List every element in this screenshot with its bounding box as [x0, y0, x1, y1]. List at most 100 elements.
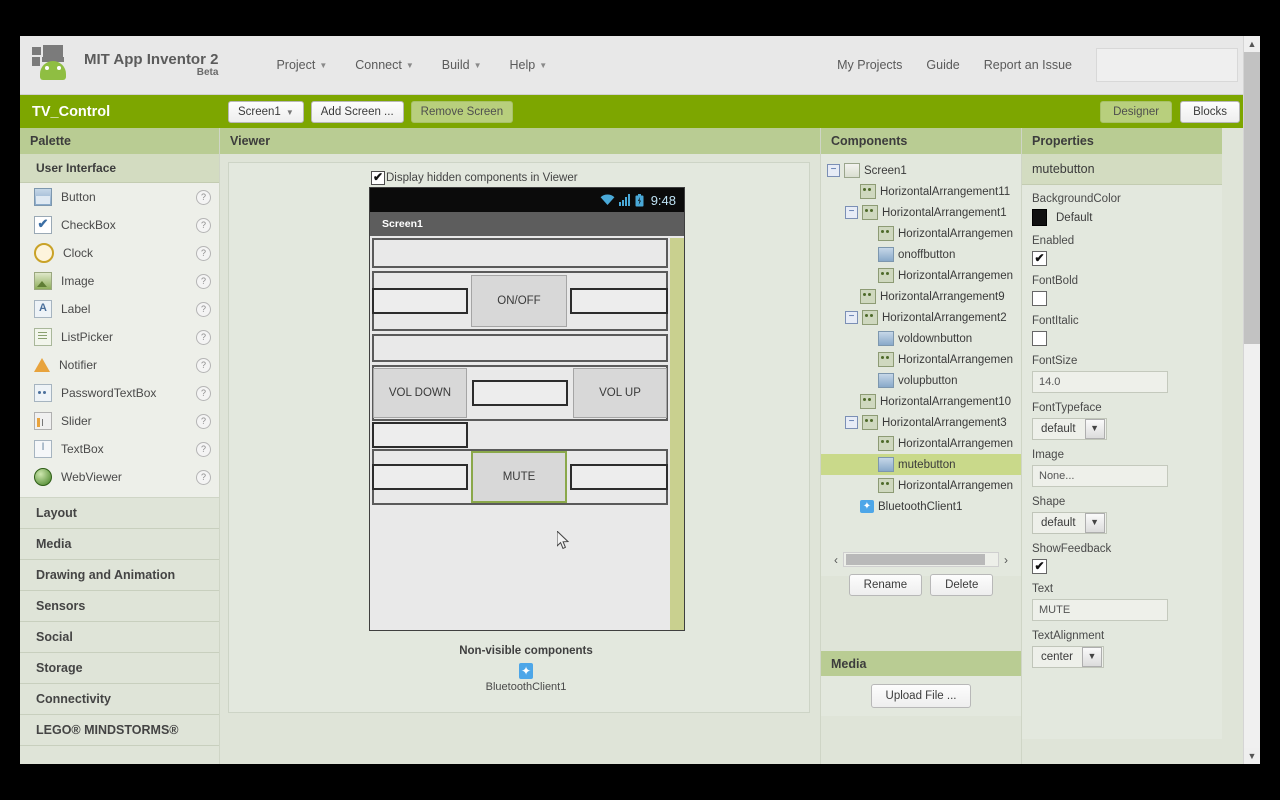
tree-node[interactable]: voldownbutton	[821, 328, 1021, 349]
property-text-input[interactable]: 14.0	[1032, 371, 1168, 393]
help-icon[interactable]: ?	[196, 245, 211, 261]
tab-designer[interactable]: Designer	[1100, 100, 1173, 123]
tree-node[interactable]: HorizontalArrangement9	[821, 286, 1021, 307]
help-icon[interactable]: ?	[196, 441, 211, 457]
remove-screen-button[interactable]: Remove Screen	[410, 100, 514, 123]
upload-file-button[interactable]: Upload File ...	[870, 684, 972, 708]
property-checkbox[interactable]	[1032, 291, 1047, 306]
arrangement-row-3[interactable]: MUTE	[372, 449, 668, 505]
scroll-right-icon[interactable]: ›	[999, 553, 1013, 567]
tree-node[interactable]: HorizontalArrangement10	[821, 391, 1021, 412]
palette-category-media[interactable]: Media	[20, 529, 219, 560]
page-scrollbar[interactable]: ▲ ▼	[1243, 36, 1260, 764]
tree-node[interactable]: ✦ BluetoothClient1	[821, 496, 1021, 517]
menu-project[interactable]: Project ▼	[262, 52, 341, 78]
palette-item-image[interactable]: Image?	[20, 267, 219, 295]
palette-category-drawing[interactable]: Drawing and Animation	[20, 560, 219, 591]
link-report-issue[interactable]: Report an Issue	[984, 58, 1072, 72]
non-visible-item-label[interactable]: BluetoothClient1	[369, 681, 683, 693]
help-icon[interactable]: ?	[196, 301, 211, 317]
chevron-down-icon[interactable]: ▼	[1084, 513, 1105, 533]
palette-item-slider[interactable]: Slider?	[20, 407, 219, 435]
arrangement-row-10[interactable]	[372, 422, 668, 448]
property-select[interactable]: default ▼	[1032, 418, 1107, 440]
help-icon[interactable]: ?	[196, 357, 211, 373]
hscroll-track[interactable]	[843, 552, 999, 567]
palette-category-sensors[interactable]: Sensors	[20, 591, 219, 622]
palette-item-clock[interactable]: Clock?	[20, 239, 219, 267]
chevron-down-icon[interactable]: ▼	[1084, 419, 1105, 439]
mute-button[interactable]: MUTE	[471, 451, 567, 503]
chevron-down-icon[interactable]: ▼	[1081, 647, 1102, 667]
property-checkbox[interactable]: ✔	[1032, 251, 1047, 266]
property-text-input[interactable]: MUTE	[1032, 599, 1168, 621]
scroll-down-icon[interactable]: ▼	[1244, 748, 1260, 764]
vol-up-button[interactable]: VOL UP	[573, 368, 667, 418]
palette-section-user-interface[interactable]: User Interface	[20, 154, 219, 183]
palette-category-lego[interactable]: LEGO® MINDSTORMS®	[20, 715, 219, 746]
tree-node[interactable]: HorizontalArrangement11	[821, 181, 1021, 202]
hscroll-thumb[interactable]	[846, 554, 985, 565]
arrangement-row-2[interactable]: VOL DOWN VOL UP	[372, 365, 668, 421]
property-checkbox[interactable]: ✔	[1032, 559, 1047, 574]
palette-item-passwordtextbox[interactable]: PasswordTextBox?	[20, 379, 219, 407]
scroll-left-icon[interactable]: ‹	[829, 553, 843, 567]
tree-node[interactable]: onoffbutton	[821, 244, 1021, 265]
palette-category-social[interactable]: Social	[20, 622, 219, 653]
palette-item-listpicker[interactable]: ListPicker?	[20, 323, 219, 351]
scroll-up-icon[interactable]: ▲	[1244, 36, 1260, 52]
link-my-projects[interactable]: My Projects	[837, 58, 902, 72]
add-screen-button[interactable]: Add Screen ...	[310, 100, 404, 123]
help-icon[interactable]: ?	[196, 413, 211, 429]
link-guide[interactable]: Guide	[926, 58, 959, 72]
tree-node[interactable]: − HorizontalArrangement2	[821, 307, 1021, 328]
menu-connect[interactable]: Connect ▼	[341, 52, 427, 78]
tree-node[interactable]: − Screen1	[821, 160, 1021, 181]
tree-expander-icon[interactable]: −	[827, 164, 840, 177]
property-color-row[interactable]: Default	[1032, 209, 1212, 226]
tree-node[interactable]: HorizontalArrangemen	[821, 223, 1021, 244]
tree-node[interactable]: HorizontalArrangemen	[821, 433, 1021, 454]
account-box[interactable]	[1096, 48, 1238, 82]
tree-node[interactable]: − HorizontalArrangement1	[821, 202, 1021, 223]
rename-button[interactable]: Rename	[848, 574, 923, 596]
help-icon[interactable]: ?	[196, 469, 211, 485]
arrangement-spacer-left[interactable]	[372, 464, 468, 490]
arrangement-spacer-middle[interactable]	[472, 380, 568, 406]
delete-button[interactable]: Delete	[930, 574, 994, 596]
tree-node[interactable]: − HorizontalArrangement3	[821, 412, 1021, 433]
property-select[interactable]: center ▼	[1032, 646, 1104, 668]
arrangement-spacer-right[interactable]	[570, 464, 668, 490]
palette-category-storage[interactable]: Storage	[20, 653, 219, 684]
palette-category-layout[interactable]: Layout	[20, 498, 219, 529]
property-checkbox[interactable]	[1032, 331, 1047, 346]
tree-node[interactable]: mutebutton	[821, 454, 1021, 475]
screen-select-button[interactable]: Screen1 ▼	[228, 100, 304, 123]
palette-item-label[interactable]: A Label?	[20, 295, 219, 323]
arrangement-row-11[interactable]	[372, 238, 668, 268]
component-tree-hscrollbar[interactable]: ‹ ›	[829, 552, 1013, 567]
onoff-button[interactable]: ON/OFF	[471, 275, 567, 327]
palette-category-connectivity[interactable]: Connectivity	[20, 684, 219, 715]
palette-item-button[interactable]: Button?	[20, 183, 219, 211]
arrangement-spacer-right[interactable]	[570, 288, 668, 314]
tree-expander-icon[interactable]: −	[845, 416, 858, 429]
property-text-input[interactable]: None...	[1032, 465, 1168, 487]
tree-node[interactable]: HorizontalArrangemen	[821, 349, 1021, 370]
palette-item-webviewer[interactable]: WebViewer?	[20, 463, 219, 491]
arrangement-row-9[interactable]	[372, 334, 668, 362]
help-icon[interactable]: ?	[196, 217, 211, 233]
vol-down-button[interactable]: VOL DOWN	[373, 368, 467, 418]
help-icon[interactable]: ?	[196, 329, 211, 345]
display-hidden-checkbox[interactable]: ✔	[371, 171, 385, 185]
tree-expander-icon[interactable]: −	[845, 206, 858, 219]
help-icon[interactable]: ?	[196, 273, 211, 289]
palette-item-notifier[interactable]: Notifier?	[20, 351, 219, 379]
palette-item-checkbox[interactable]: ✔ CheckBox?	[20, 211, 219, 239]
arrangement-spacer[interactable]	[372, 422, 468, 448]
arrangement-row-1[interactable]: ON/OFF	[372, 271, 668, 331]
help-icon[interactable]: ?	[196, 189, 211, 205]
property-select[interactable]: default ▼	[1032, 512, 1107, 534]
arrangement-spacer-left[interactable]	[372, 288, 468, 314]
menu-build[interactable]: Build ▼	[428, 52, 496, 78]
